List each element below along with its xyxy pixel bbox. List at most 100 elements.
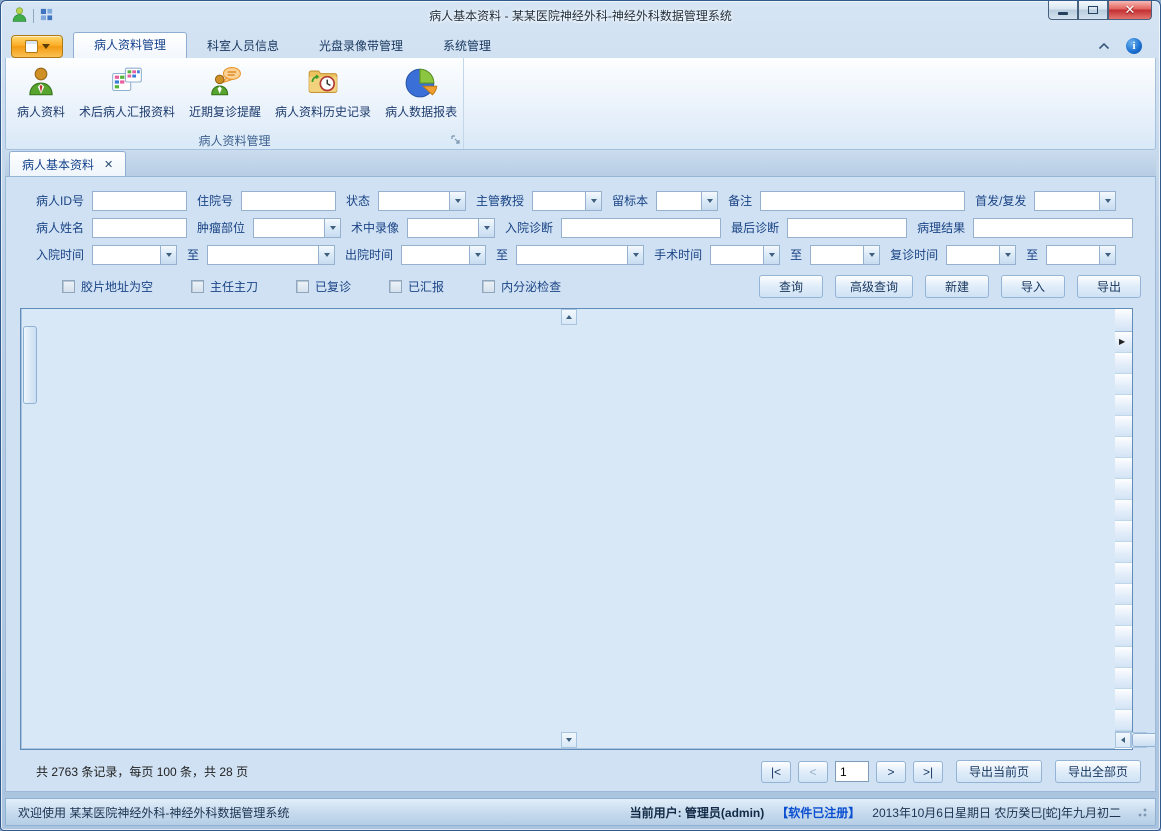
patient-id-input[interactable] (92, 191, 187, 211)
column-header-selector[interactable] (1115, 309, 1132, 332)
row-selector[interactable]: 19 (1115, 710, 1132, 731)
specimen-kept-combo[interactable] (656, 191, 718, 211)
ribbon-button-4[interactable]: 病人数据报表 (378, 62, 464, 122)
ribbon-button-1[interactable]: 术后病人汇报资料 (72, 62, 182, 122)
vertical-scrollbar-thumb[interactable] (23, 326, 37, 404)
pathology-result-input[interactable] (973, 218, 1133, 238)
chevron-down-icon[interactable] (863, 245, 880, 265)
ribbon-tab-1[interactable]: 科室人员信息 (187, 34, 299, 58)
table-row[interactable]: 92839归档1472女42岁1970-08-19661228337556032… (1115, 500, 1132, 521)
maximize-button[interactable] (1078, 1, 1108, 20)
row-selector[interactable]: 11 (1115, 542, 1132, 563)
chevron-down-icon[interactable] (160, 245, 177, 265)
resize-grip[interactable] (1137, 807, 1147, 817)
chevron-down-icon[interactable] (478, 218, 495, 238)
ribbon-collapse-icon[interactable] (1098, 42, 1110, 50)
table-row[interactable]: 152833归档无女20岁1993-07-0765944633748475201… (1115, 626, 1132, 647)
intraop-video-combo[interactable] (407, 218, 495, 238)
discharge-date-to-combo[interactable] (516, 245, 644, 265)
table-row[interactable]: 142834归档1505女51岁1962-02-0466477533769408… (1115, 605, 1132, 626)
chevron-down-icon[interactable] (1099, 245, 1116, 265)
table-row[interactable]: 52843归档女37岁1976-05-27676365ZA38417032013… (1115, 416, 1132, 437)
followup-date-from-combo[interactable] (946, 245, 1016, 265)
chevron-down-icon[interactable] (469, 245, 486, 265)
chevron-down-icon[interactable] (763, 245, 780, 265)
table-row[interactable]: 42844未出院女25岁1988-06-15674223338052682013… (1115, 395, 1132, 416)
table-row[interactable]: 82840未汇报有男18岁1995-01-21643332ZA414306620… (1115, 479, 1132, 500)
app-logo-icon[interactable] (11, 6, 28, 26)
chevron-down-icon[interactable] (585, 191, 602, 211)
table-row[interactable]: 162832未汇报1517男14岁1999-07-266655183377022… (1115, 647, 1132, 668)
scroll-down-icon[interactable] (561, 732, 577, 748)
import-button[interactable]: 导入 (1001, 275, 1065, 298)
row-selector[interactable]: 7 (1115, 458, 1132, 479)
ribbon-button-3[interactable]: 病人资料历史记录 (268, 62, 378, 122)
table-row[interactable]: 32845归档女45岁1968-04-16501568ZA25805442013… (1115, 374, 1132, 395)
page-number-input[interactable] (835, 761, 869, 782)
status-combo[interactable] (378, 191, 466, 211)
table-row[interactable]: 132835未汇报1012蓝男9岁2004-08-13670265ZA44708… (1115, 584, 1132, 605)
ribbon-button-0[interactable]: 病人资料 (10, 62, 72, 122)
row-selector[interactable]: 13 (1115, 584, 1132, 605)
chevron-down-icon[interactable] (318, 245, 335, 265)
admission-date-to-combo[interactable] (207, 245, 335, 265)
row-selector[interactable]: 16 (1115, 647, 1132, 668)
followup-date-to-combo[interactable] (1046, 245, 1116, 265)
minimize-button[interactable] (1048, 1, 1078, 20)
doc-tab-0[interactable]: 病人基本资料✕ (9, 151, 126, 176)
table-row[interactable]: 102838归档1110女8岁2005-10-30636143ZA4214073… (1115, 521, 1132, 542)
chevron-down-icon[interactable] (1099, 191, 1116, 211)
page-next-button[interactable]: > (876, 761, 906, 783)
chief-surgeon-checkbox[interactable]: 主任主刀 (191, 278, 258, 295)
page-prev-button[interactable]: < (798, 761, 828, 783)
row-selector[interactable]: 9 (1115, 500, 1132, 521)
export-current-page-button[interactable]: 导出当前页 (956, 760, 1042, 783)
row-selector[interactable]: 2 (1115, 353, 1132, 374)
reported-checkbox[interactable]: 已汇报 (389, 278, 444, 295)
registration-status-link[interactable]: 【软件已注册】 (776, 804, 860, 821)
close-button[interactable]: ✕ (1108, 1, 1152, 20)
tumor-site-combo[interactable] (253, 218, 341, 238)
film-address-empty-checkbox[interactable]: 胶片地址为空 (62, 278, 153, 295)
admission-diagnosis-input[interactable] (561, 218, 721, 238)
scroll-left-icon[interactable] (1115, 732, 1131, 748)
query-button[interactable]: 查询 (759, 275, 823, 298)
vertical-scrollbar[interactable] (21, 309, 1115, 748)
chevron-down-icon[interactable] (324, 218, 341, 238)
admission-date-from-combo[interactable] (92, 245, 177, 265)
endocrine-exam-checkbox[interactable]: 内分泌检查 (482, 278, 561, 295)
table-row[interactable]: 112837未汇报1444男22岁1991-08-13660599ZA40894… (1115, 542, 1132, 563)
table-row[interactable]: ▶12847出院女37岁YB00721472006-05-12左额叶胶质瘤200… (1115, 332, 1132, 353)
row-selector[interactable]: 6 (1115, 437, 1132, 458)
row-selector[interactable]: 8 (1115, 479, 1132, 500)
table-row[interactable]: 22846未出院女42岁1971-05-02676166339040732013… (1115, 353, 1132, 374)
table-row[interactable]: 62842归档无男10岁1998-12-09367893YB0099173200… (1115, 437, 1132, 458)
row-selector[interactable]: 10 (1115, 521, 1132, 542)
chevron-down-icon[interactable] (449, 191, 466, 211)
final-diagnosis-input[interactable] (787, 218, 907, 238)
new-button[interactable]: 新建 (925, 275, 989, 298)
row-selector[interactable]: 4 (1115, 395, 1132, 416)
table-row[interactable]: 122836归档1519男13岁2000-01-09665599ZA406598… (1115, 563, 1132, 584)
surgery-date-from-combo[interactable] (710, 245, 780, 265)
table-row[interactable]: 72841未汇报1036蓝男7岁2006-06-26670723QA002552… (1115, 458, 1132, 479)
page-first-button[interactable]: |< (761, 761, 791, 783)
admission-number-input[interactable] (241, 191, 336, 211)
info-icon[interactable]: i (1126, 38, 1142, 54)
table-row[interactable]: 182830出院无女2岁2011-07-03672903ZA4444125201… (1115, 689, 1132, 710)
row-selector[interactable]: 15 (1115, 626, 1132, 647)
discharge-date-from-combo[interactable] (401, 245, 486, 265)
row-selector[interactable]: 3 (1115, 374, 1132, 395)
patient-name-input[interactable] (92, 218, 187, 238)
tab-close-icon[interactable]: ✕ (104, 158, 113, 171)
ribbon-tab-0[interactable]: 病人资料管理 (73, 32, 187, 58)
scroll-up-icon[interactable] (561, 309, 577, 325)
ribbon-tab-3[interactable]: 系统管理 (423, 34, 511, 58)
row-selector[interactable]: 18 (1115, 689, 1132, 710)
row-selector[interactable]: 14 (1115, 605, 1132, 626)
page-last-button[interactable]: >| (913, 761, 943, 783)
chief-professor-combo[interactable] (532, 191, 602, 211)
row-selector[interactable]: 12 (1115, 563, 1132, 584)
app-menu-button[interactable] (11, 35, 63, 58)
ribbon-button-2[interactable]: 近期复诊提醒 (182, 62, 268, 122)
